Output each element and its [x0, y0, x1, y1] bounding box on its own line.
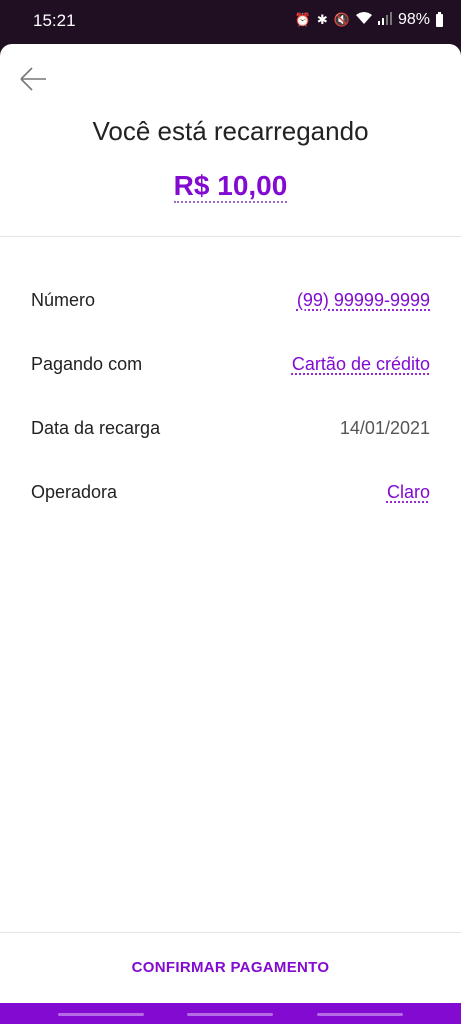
nav-home-button[interactable]	[187, 1013, 273, 1016]
operator-link[interactable]: Claro	[387, 482, 430, 503]
recharge-sheet: Você está recarregando R$ 10,00 Número (…	[0, 44, 461, 1003]
detail-label: Operadora	[31, 481, 118, 502]
wifi-icon	[355, 12, 372, 28]
recharge-amount[interactable]: R$ 10,00	[173, 170, 288, 203]
status-time: 15:21	[33, 11, 76, 30]
confirm-payment-button[interactable]: CONFIRMAR PAGAMENTO	[0, 934, 461, 1000]
nav-recents-button[interactable]	[58, 1013, 144, 1016]
detail-label: Número	[31, 289, 96, 310]
divider	[0, 236, 461, 237]
payment-method-link[interactable]: Cartão de crédito	[292, 354, 430, 375]
status-icons: ⏰ ✱ 🔇 98%	[295, 11, 443, 29]
back-button[interactable]	[18, 64, 54, 96]
phone-number-link[interactable]: (99) 99999-9999	[297, 290, 430, 311]
detail-row-payment: Pagando com Cartão de crédito	[31, 349, 430, 379]
bluetooth-icon: ✱	[316, 12, 328, 27]
arrow-left-icon	[20, 67, 46, 91]
detail-row-date: Data da recarga 14/01/2021	[31, 413, 430, 443]
mute-icon: 🔇	[333, 12, 350, 27]
status-bar: 15:21 ⏰ ✱ 🔇 98%	[0, 0, 461, 42]
nav-back-button[interactable]	[317, 1013, 403, 1016]
detail-label: Pagando com	[31, 353, 143, 374]
recharge-amount-container: R$ 10,00	[0, 170, 461, 203]
detail-row-operator: Operadora Claro	[31, 477, 430, 507]
system-nav-bar	[0, 1003, 461, 1024]
signal-icon	[377, 12, 392, 28]
divider	[0, 932, 461, 933]
alarm-icon: ⏰	[294, 12, 311, 27]
detail-label: Data da recarga	[31, 417, 161, 438]
battery-percent: 98%	[397, 11, 430, 28]
recharge-date: 14/01/2021	[339, 417, 430, 438]
detail-row-number: Número (99) 99999-9999	[31, 285, 430, 315]
page-title: Você está recarregando	[92, 116, 369, 146]
battery-icon	[436, 11, 443, 27]
